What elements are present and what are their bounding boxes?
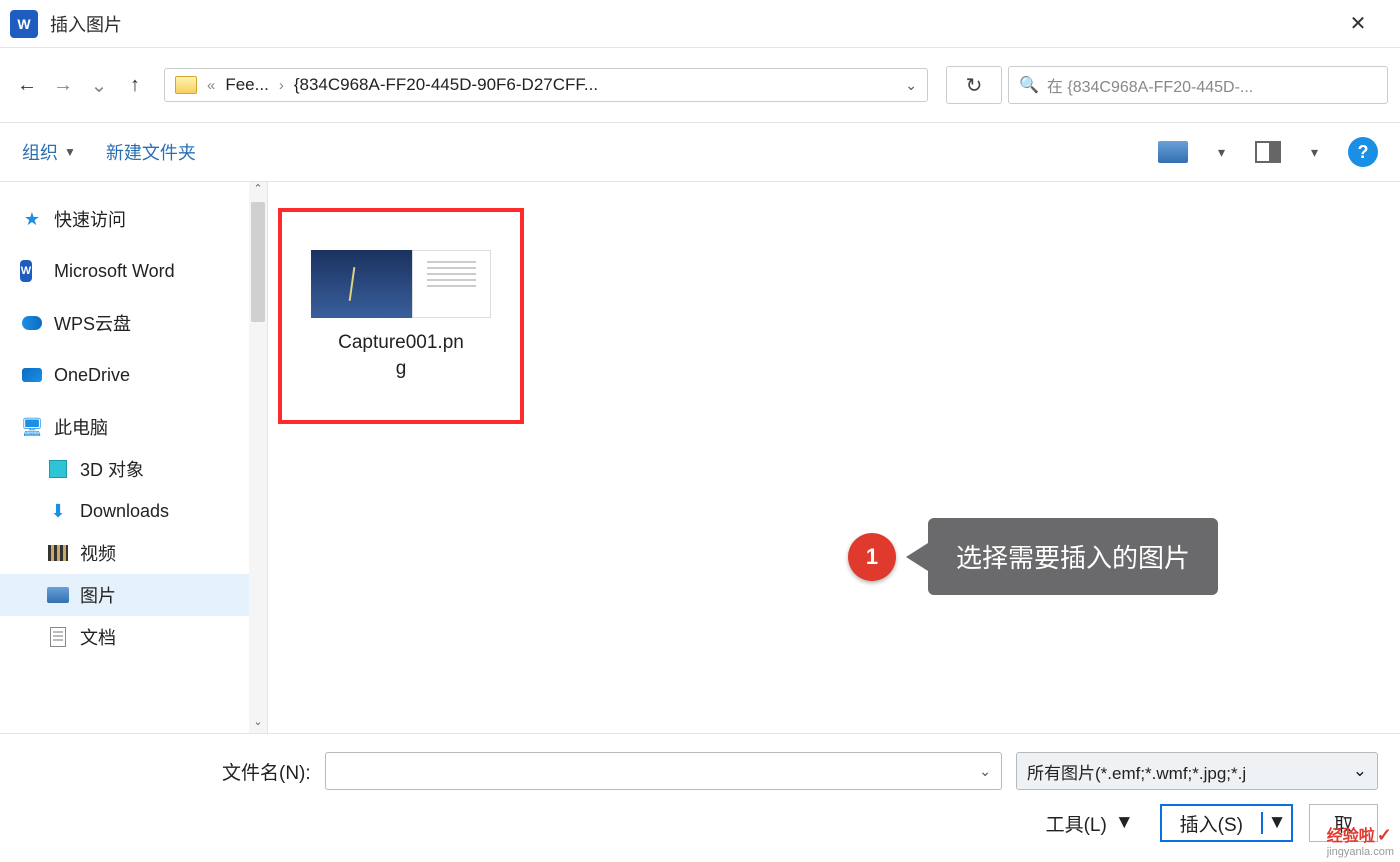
onedrive-icon — [20, 364, 44, 386]
forward-button[interactable]: → — [48, 70, 78, 100]
nav-row: ← → ⌄ ↑ « Fee... › {834C968A-FF20-445D-9… — [0, 48, 1400, 123]
title-bar: W 插入图片 ✕ — [0, 0, 1400, 48]
cube-icon — [46, 458, 70, 480]
organize-label: 组织 — [22, 139, 58, 165]
chevron-down-icon: ▼ — [64, 145, 76, 159]
sidebar-item-label: WPS云盘 — [54, 310, 131, 336]
insert-label: 插入(S) — [1162, 810, 1261, 837]
star-icon: ★ — [20, 208, 44, 230]
cloud-icon — [20, 312, 44, 334]
file-item-capture001[interactable]: Capture001.pn g — [278, 208, 524, 424]
tools-dropdown[interactable]: 工具(L) ▼ — [1046, 810, 1134, 837]
address-bar[interactable]: « Fee... › {834C968A-FF20-445D-90F6-D27C… — [164, 68, 928, 102]
breadcrumb-prefix: « — [207, 77, 215, 94]
annotation-callout: 1 选择需要插入的图片 — [848, 518, 1218, 595]
file-name: Capture001.pn g — [338, 330, 464, 381]
navigation-sidebar: ⌃ ⌄ ★ 快速访问 W Microsoft Word WPS云盘 OneDri… — [0, 182, 268, 733]
video-icon — [46, 542, 70, 564]
sidebar-item-downloads[interactable]: ⬇ Downloads — [0, 490, 267, 532]
file-pane[interactable]: Capture001.pn g 1 选择需要插入的图片 — [268, 182, 1400, 733]
sidebar-scrollbar[interactable]: ⌃ ⌄ — [249, 182, 267, 733]
toolbar-row: 组织 ▼ 新建文件夹 ▾ ▾ ? — [0, 123, 1400, 182]
scroll-down-icon[interactable]: ⌄ — [253, 715, 262, 733]
scroll-up-icon[interactable]: ⌃ — [253, 182, 262, 200]
sidebar-item-wps[interactable]: WPS云盘 — [0, 302, 267, 344]
view-dropdown-icon[interactable]: ▾ — [1218, 144, 1225, 161]
sidebar-item-label: 文档 — [80, 624, 116, 650]
word-icon: W — [20, 260, 44, 282]
help-button[interactable]: ? — [1348, 137, 1378, 167]
chevron-down-icon: ⌄ — [1353, 761, 1367, 781]
up-button[interactable]: ↑ — [120, 70, 150, 100]
preview-pane-icon[interactable] — [1255, 141, 1281, 163]
sidebar-item-thispc[interactable]: 🖥 此电脑 — [0, 406, 267, 448]
filename-label: 文件名(N): — [222, 758, 311, 785]
search-icon: 🔍 — [1019, 75, 1039, 95]
picture-icon — [46, 584, 70, 606]
word-app-icon: W — [10, 10, 38, 38]
thumbnail-view-icon[interactable] — [1158, 141, 1188, 163]
download-icon: ⬇ — [46, 500, 70, 522]
filename-row: 文件名(N): ⌄ 所有图片(*.emf;*.wmf;*.jpg;*.j ⌄ — [22, 752, 1378, 790]
filetype-filter[interactable]: 所有图片(*.emf;*.wmf;*.jpg;*.j ⌄ — [1016, 752, 1378, 790]
sidebar-item-3d[interactable]: 3D 对象 — [0, 448, 267, 490]
footer: 文件名(N): ⌄ 所有图片(*.emf;*.wmf;*.jpg;*.j ⌄ 工… — [0, 734, 1400, 852]
filename-input[interactable]: ⌄ — [325, 752, 1002, 790]
sidebar-item-pictures[interactable]: 图片 — [0, 574, 267, 616]
breadcrumb-seg1[interactable]: Fee... — [225, 75, 268, 95]
address-dropdown-icon[interactable]: ⌄ — [905, 77, 917, 94]
sidebar-item-onedrive[interactable]: OneDrive — [0, 354, 267, 396]
sidebar-item-word[interactable]: W Microsoft Word — [0, 250, 267, 292]
sidebar-item-label: 图片 — [80, 582, 116, 608]
breadcrumb-seg2[interactable]: {834C968A-FF20-445D-90F6-D27CFF... — [294, 75, 598, 95]
step-badge: 1 — [848, 533, 896, 581]
document-icon — [46, 626, 70, 648]
sidebar-item-video[interactable]: 视频 — [0, 532, 267, 574]
preview-dropdown-icon[interactable]: ▾ — [1311, 144, 1318, 161]
dialog-title: 插入图片 — [50, 11, 1346, 37]
sidebar-item-label: 此电脑 — [54, 414, 108, 440]
callout-arrow-icon — [906, 543, 928, 571]
sidebar-item-label: 快速访问 — [54, 206, 126, 232]
chevron-down-icon: ▼ — [1115, 812, 1134, 834]
watermark: 经验啦✓ jingyanla.com — [1327, 822, 1394, 858]
sidebar-item-label: Microsoft Word — [54, 261, 175, 282]
back-button[interactable]: ← — [12, 70, 42, 100]
search-input[interactable]: 🔍 在 {834C968A-FF20-445D-... — [1008, 66, 1388, 104]
scroll-thumb[interactable] — [251, 202, 265, 322]
callout-text: 选择需要插入的图片 — [928, 518, 1218, 595]
body-area: ⌃ ⌄ ★ 快速访问 W Microsoft Word WPS云盘 OneDri… — [0, 182, 1400, 734]
newfolder-label: 新建文件夹 — [106, 139, 196, 165]
insert-split-chevron[interactable]: ▼ — [1261, 812, 1291, 834]
insert-button[interactable]: 插入(S) ▼ — [1160, 804, 1293, 842]
file-thumbnail — [311, 250, 491, 318]
refresh-button[interactable]: ↻ — [946, 66, 1002, 104]
pc-icon: 🖥 — [20, 416, 44, 438]
tools-label: 工具(L) — [1046, 810, 1107, 837]
recent-chevron[interactable]: ⌄ — [84, 70, 114, 100]
close-button[interactable]: ✕ — [1346, 12, 1370, 36]
sidebar-item-label: 视频 — [80, 540, 116, 566]
button-row: 工具(L) ▼ 插入(S) ▼ 取 — [22, 804, 1378, 842]
sidebar-item-quickaccess[interactable]: ★ 快速访问 — [0, 198, 267, 240]
sidebar-item-label: Downloads — [80, 501, 169, 522]
filter-text: 所有图片(*.emf;*.wmf;*.jpg;*.j — [1027, 759, 1246, 784]
chevron-right-icon: › — [279, 77, 284, 94]
new-folder-button[interactable]: 新建文件夹 — [106, 139, 196, 165]
sidebar-item-label: 3D 对象 — [80, 456, 144, 482]
search-placeholder: 在 {834C968A-FF20-445D-... — [1047, 73, 1253, 97]
sidebar-item-label: OneDrive — [54, 365, 130, 386]
sidebar-list: ★ 快速访问 W Microsoft Word WPS云盘 OneDrive 🖥… — [0, 182, 267, 674]
sidebar-item-docs[interactable]: 文档 — [0, 616, 267, 658]
folder-icon — [175, 76, 197, 94]
chevron-down-icon[interactable]: ⌄ — [979, 763, 991, 780]
organize-button[interactable]: 组织 ▼ — [22, 139, 76, 165]
